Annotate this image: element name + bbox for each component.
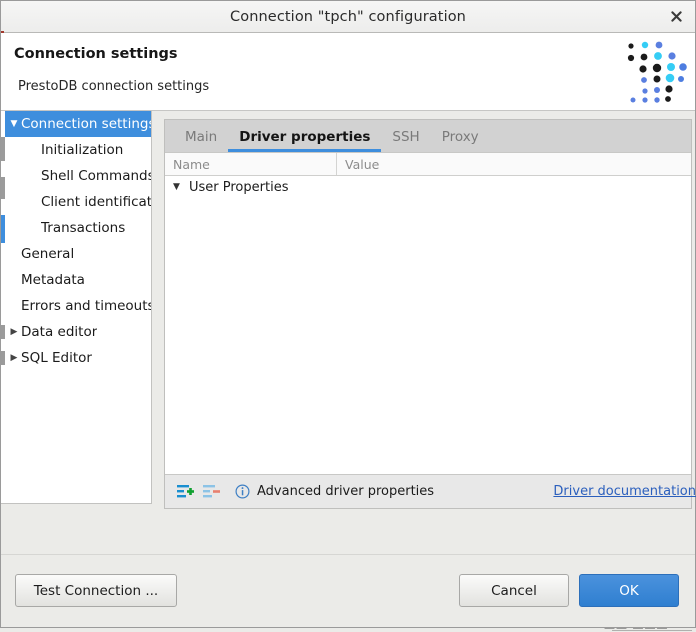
sidebar-item-general[interactable]: General <box>1 241 151 267</box>
chevron-down-icon[interactable]: ▼ <box>7 119 21 129</box>
scrollbar-thumb[interactable] <box>1 177 5 199</box>
dialog-header: Connection settings PrestoDB connection … <box>1 33 695 111</box>
sidebar-item-label: Metadata <box>21 272 85 288</box>
settings-tree[interactable]: ▼ Connection settings Initialization Shell … <box>1 111 152 504</box>
table-header-row: Name Value <box>165 153 691 176</box>
settings-content-panel: Main Driver properties SSH Proxy Name Value… <box>164 119 696 509</box>
sidebar-item-label: Errors and timeouts <box>21 298 151 314</box>
sidebar-item-client-identification[interactable]: Client identification <box>1 189 151 215</box>
driver-properties-table: Name Value ▼ User Properties <box>165 152 691 474</box>
scrollbar-thumb[interactable] <box>1 351 5 365</box>
sidebar-item-label: Connection settings <box>21 116 151 132</box>
info-icon <box>235 484 250 499</box>
sidebar-item-transactions[interactable]: Transactions <box>1 215 151 241</box>
scrollbar-thumb[interactable] <box>1 325 5 339</box>
sidebar-item-label: Transactions <box>41 220 126 236</box>
sidebar-item-initialization[interactable]: Initialization <box>1 137 151 163</box>
scrollbar-thumb[interactable] <box>1 137 5 161</box>
tab-main[interactable]: Main <box>174 130 228 152</box>
connection-configuration-dialog: Connection "tpch" configuration Connecti… <box>0 0 696 628</box>
chevron-down-icon[interactable]: ▼ <box>173 182 189 192</box>
sidebar-item-label: Shell Commands <box>41 168 151 184</box>
close-glyph <box>670 11 682 22</box>
info-glyph <box>235 484 250 499</box>
sidebar-item-shell-commands[interactable]: Shell Commands <box>1 163 151 189</box>
test-connection-button[interactable]: Test Connection ... <box>15 574 177 607</box>
close-icon[interactable] <box>665 6 687 28</box>
add-property-icon[interactable] <box>173 481 197 503</box>
cancel-button[interactable]: Cancel <box>459 574 569 607</box>
dbeaver-logo-dots <box>627 41 687 103</box>
remove-property-glyph <box>202 485 220 498</box>
advanced-driver-properties-label: Advanced driver properties <box>257 484 435 499</box>
sidebar-item-label: SQL Editor <box>21 350 92 366</box>
property-name: User Properties <box>189 179 289 195</box>
sidebar-item-connection-settings[interactable]: ▼ Connection settings <box>1 111 151 137</box>
driver-properties-toolbar: Advanced driver properties Driver docume… <box>165 474 696 508</box>
driver-documentation-link[interactable]: Driver documentation <box>553 484 696 499</box>
chevron-right-icon[interactable]: ▶ <box>7 327 21 337</box>
sidebar-item-label: Data editor <box>21 324 98 340</box>
dialog-button-bar: Test Connection ... Cancel OK <box>1 554 695 627</box>
remove-property-icon[interactable] <box>199 481 223 503</box>
tab-driver-properties[interactable]: Driver properties <box>228 130 382 152</box>
ok-button[interactable]: OK <box>579 574 679 607</box>
dialog-title: Connection "tpch" configuration <box>230 8 466 25</box>
sidebar-item-label: Client identification <box>41 194 151 210</box>
tab-bar: Main Driver properties SSH Proxy <box>165 120 691 152</box>
sidebar-item-data-editor[interactable]: ▶ Data editor <box>1 319 151 345</box>
page-subtitle: PrestoDB connection settings <box>18 79 210 94</box>
sidebar-item-sql-editor[interactable]: ▶ SQL Editor <box>1 345 151 371</box>
sidebar-item-errors-and-timeouts[interactable]: Errors and timeouts <box>1 293 151 319</box>
table-body: ▼ User Properties <box>165 176 691 474</box>
sidebar-item-metadata[interactable]: Metadata <box>1 267 151 293</box>
column-header-value[interactable]: Value <box>337 153 691 175</box>
background-divider <box>612 630 692 631</box>
dialog-titlebar: Connection "tpch" configuration <box>1 1 695 35</box>
scrollbar-thumb[interactable] <box>1 215 5 243</box>
tab-ssh[interactable]: SSH <box>381 130 430 152</box>
add-property-glyph <box>176 485 194 498</box>
sidebar-scrollbar[interactable] <box>1 111 5 503</box>
page-title: Connection settings <box>14 46 178 62</box>
dbeaver-logo <box>619 36 689 106</box>
table-row[interactable]: ▼ User Properties <box>165 176 691 198</box>
column-header-name[interactable]: Name <box>165 153 337 175</box>
advanced-driver-properties-info: Advanced driver properties <box>235 484 434 499</box>
sidebar-item-label: General <box>21 246 75 262</box>
dialog-body: ▼ Connection settings Initialization Shell … <box>1 111 696 554</box>
sidebar-item-label: Initialization <box>41 142 124 158</box>
background-window-artifact: —— ——— <box>0 628 696 632</box>
tab-proxy[interactable]: Proxy <box>431 130 490 152</box>
chevron-right-icon[interactable]: ▶ <box>7 353 21 363</box>
